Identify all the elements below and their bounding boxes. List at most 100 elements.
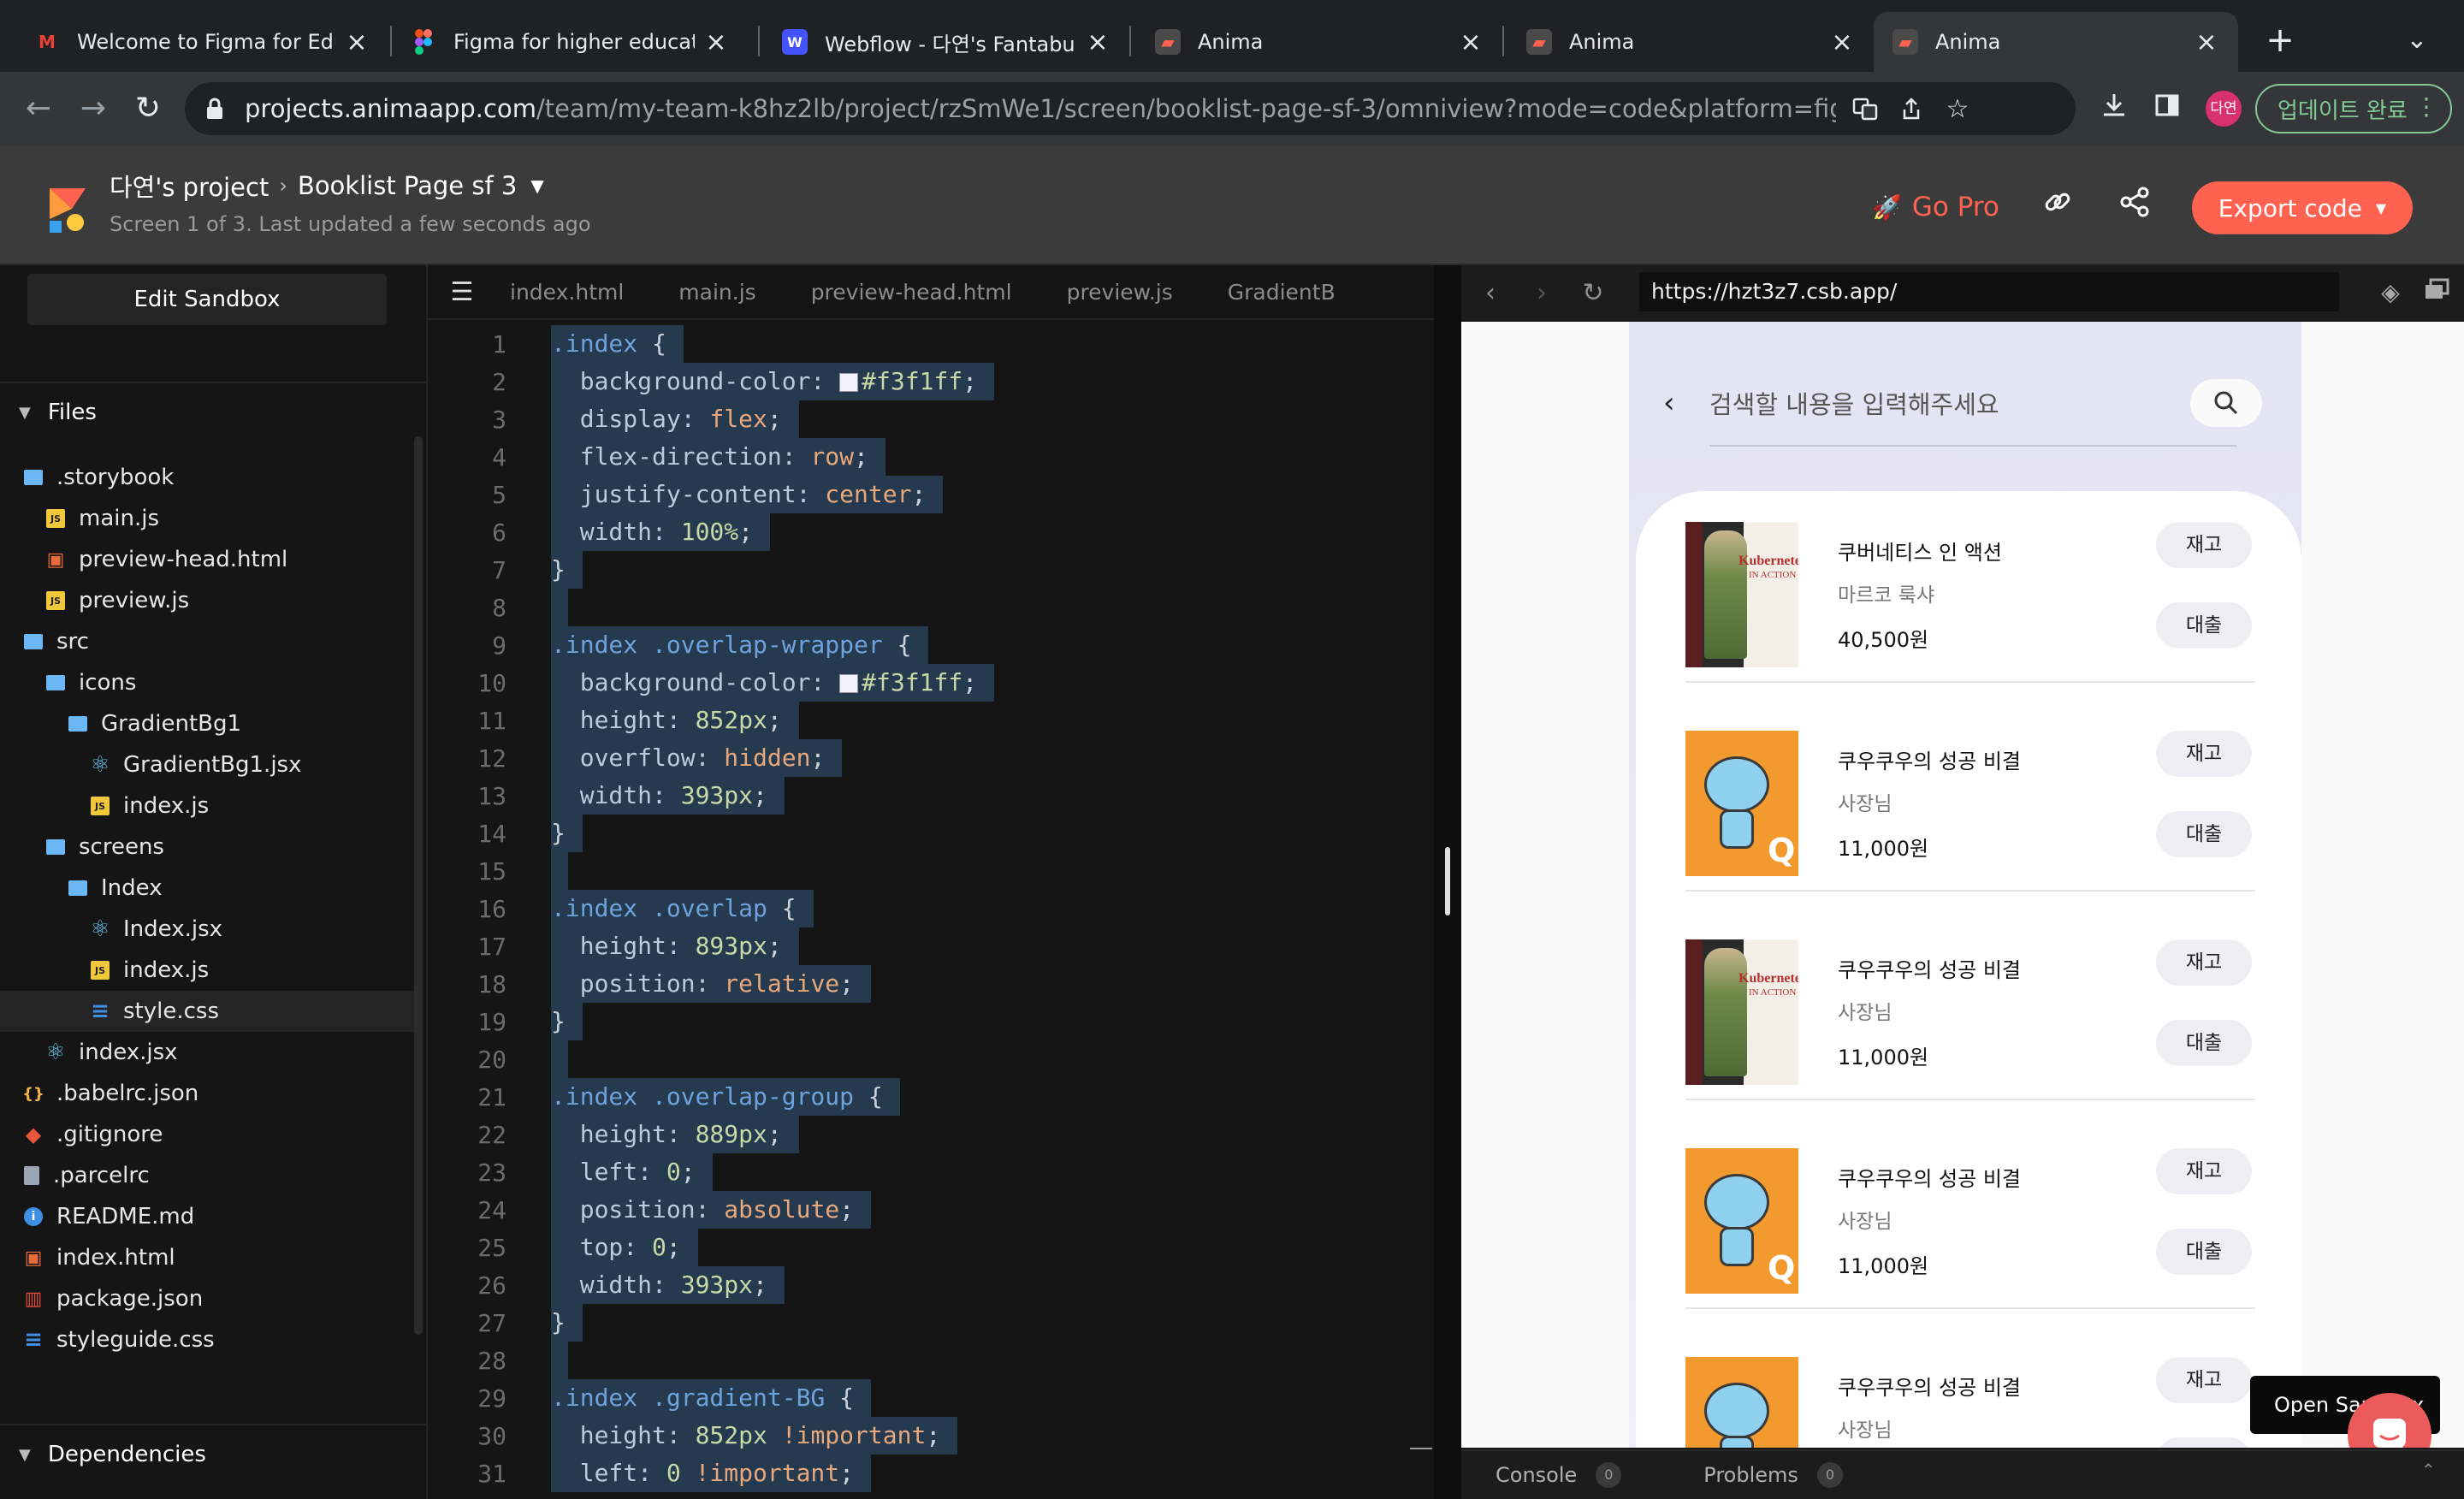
dependencies-section-header[interactable]: ▼ Dependencies: [0, 1424, 426, 1484]
file-item[interactable]: JS preview.js: [0, 580, 416, 621]
update-button[interactable]: 업데이트 완료 ⋮: [2255, 84, 2452, 133]
folder-item[interactable]: GradientBg1: [0, 703, 416, 744]
problems-tab[interactable]: Problems: [1703, 1463, 1798, 1487]
code-area[interactable]: 1 .index {2 background-color: #f3f1ff; 3 d…: [428, 325, 1434, 1499]
url-text[interactable]: projects.animaapp.com/team/my-team-k8hz2…: [245, 94, 1836, 123]
editor-scroll-indicator[interactable]: [1410, 1448, 1432, 1449]
code-line[interactable]: 20: [428, 1040, 1434, 1078]
code-line[interactable]: 31 left: 0 !important;: [428, 1455, 1434, 1492]
book-list-item[interactable]: Q쿠우쿠우의 성공 비결사장님11,000원재고대출: [1685, 1117, 2255, 1309]
side-panel-icon[interactable]: [2147, 89, 2187, 128]
code-line[interactable]: 4 flex-direction: row;: [428, 438, 1434, 476]
translate-icon[interactable]: [1848, 92, 1882, 126]
search-input[interactable]: 검색할 내용을 입력해주세요: [1709, 385, 2190, 421]
code-line[interactable]: 15: [428, 852, 1434, 890]
code-line[interactable]: 1 .index {: [428, 325, 1434, 363]
new-tab-button[interactable]: +: [2259, 19, 2301, 62]
code-line[interactable]: 3 display: flex;: [428, 400, 1434, 438]
share-icon[interactable]: [1894, 92, 1928, 126]
file-item[interactable]: ⚛ Index.jsx: [0, 909, 416, 950]
file-item[interactable]: ▣ index.html: [0, 1237, 416, 1278]
file-item[interactable]: .parcelrc: [0, 1155, 416, 1196]
export-code-button[interactable]: Export code ▼: [2192, 181, 2413, 234]
code-line[interactable]: 30 height: 852px !important;: [428, 1417, 1434, 1455]
file-item[interactable]: JS index.js: [0, 785, 416, 827]
stock-button[interactable]: 재고: [2156, 939, 2252, 986]
preview-url[interactable]: https://hzt3z7.csb.app/: [1639, 272, 2339, 311]
file-item[interactable]: ≡ style.css: [0, 991, 416, 1032]
tab-search-chevron-icon[interactable]: ⌄: [2396, 19, 2438, 62]
share-nodes-icon[interactable]: [2115, 187, 2154, 226]
code-line[interactable]: 9 .index .overlap-wrapper {: [428, 626, 1434, 664]
code-line[interactable]: 10 background-color: #f3f1ff;: [428, 664, 1434, 702]
anima-logo-icon[interactable]: [46, 180, 94, 236]
browser-tab[interactable]: W Webflow - 다연's Fantabulo ×: [763, 12, 1129, 72]
file-item[interactable]: ▣ preview-head.html: [0, 539, 416, 580]
file-item[interactable]: ⚛ GradientBg1.jsx: [0, 744, 416, 785]
close-tab-icon[interactable]: ×: [1829, 27, 1855, 57]
code-line[interactable]: 19}: [428, 1003, 1434, 1040]
forward-arrow-icon[interactable]: →: [72, 87, 115, 130]
close-tab-icon[interactable]: ×: [1085, 27, 1111, 57]
editor-tab[interactable]: index.html: [510, 280, 624, 305]
book-list-item[interactable]: KubernetesIN ACTION 쿠우쿠우의 성공 비결사장님 11,000원…: [1685, 909, 2255, 1100]
code-line[interactable]: 22 height: 889px;: [428, 1116, 1434, 1153]
code-line[interactable]: 2 background-color: #f3f1ff;: [428, 363, 1434, 400]
reload-icon[interactable]: ↻: [127, 87, 169, 130]
file-item[interactable]: ◆ .gitignore: [0, 1114, 416, 1155]
book-list-item[interactable]: Kubernetes IN ACTION 쿠버네티스 인 액션마르코 룩샤 40,50…: [1685, 491, 2255, 683]
resize-handle[interactable]: [1445, 847, 1450, 915]
chevron-up-icon[interactable]: ⌃: [2421, 1460, 2436, 1480]
download-icon[interactable]: [2094, 89, 2134, 128]
book-list-item[interactable]: Q쿠우쿠우의 성공 비결사장님11,000원재고대출: [1685, 700, 2255, 892]
code-line[interactable]: 23 left: 0;: [428, 1153, 1434, 1191]
link-icon[interactable]: [2038, 187, 2077, 226]
editor-tab[interactable]: preview-head.html: [811, 280, 1012, 305]
profile-avatar[interactable]: 다연: [2206, 91, 2242, 127]
address-bar[interactable]: projects.animaapp.com/team/my-team-k8hz2…: [185, 82, 2076, 135]
stock-button[interactable]: 재고: [2156, 522, 2252, 568]
editor-tab[interactable]: preview.js: [1067, 280, 1173, 305]
page-name[interactable]: Booklist Page sf 3: [298, 171, 517, 200]
folder-item[interactable]: .storybook: [0, 457, 416, 498]
stock-button[interactable]: 재고: [2156, 1357, 2252, 1403]
code-line[interactable]: 27}: [428, 1304, 1434, 1342]
code-line[interactable]: 14}: [428, 815, 1434, 852]
code-line[interactable]: 13 width: 393px;: [428, 777, 1434, 815]
browser-tab-active[interactable]: ▰ Anima ×: [1874, 12, 2238, 72]
console-tab[interactable]: Console: [1496, 1463, 1577, 1487]
back-chevron-icon[interactable]: ‹: [1663, 386, 1697, 420]
edit-sandbox-button[interactable]: Edit Sandbox: [27, 274, 387, 325]
folder-item[interactable]: Index: [0, 868, 416, 909]
preview-forward-icon[interactable]: ›: [1519, 278, 1564, 308]
code-line[interactable]: 8: [428, 589, 1434, 626]
folder-item[interactable]: src: [0, 621, 416, 662]
code-line[interactable]: 7}: [428, 551, 1434, 589]
editor-tab[interactable]: main.js: [678, 280, 755, 305]
folder-item[interactable]: icons: [0, 662, 416, 703]
file-item[interactable]: i README.md: [0, 1196, 416, 1237]
stock-button[interactable]: 재고: [2156, 731, 2252, 777]
book-list-item[interactable]: Q쿠우쿠우의 성공 비결사장님11,000원재고대출: [1685, 1326, 2255, 1448]
code-line[interactable]: 26 width: 393px;: [428, 1266, 1434, 1304]
close-tab-icon[interactable]: ×: [2194, 27, 2219, 57]
project-name[interactable]: 다연's project: [110, 168, 269, 204]
file-item[interactable]: ≡ styleguide.css: [0, 1319, 416, 1360]
back-arrow-icon[interactable]: ←: [17, 87, 60, 130]
code-line[interactable]: 25 top: 0;: [428, 1229, 1434, 1266]
pane-divider[interactable]: [1434, 265, 1461, 1499]
bookmark-star-icon[interactable]: ☆: [1940, 92, 1975, 126]
loan-button[interactable]: 대출: [2156, 1229, 2252, 1275]
code-line[interactable]: 16 .index .overlap {: [428, 890, 1434, 927]
go-pro-button[interactable]: 🚀 Go Pro: [1872, 192, 1999, 222]
caret-down-icon[interactable]: ▼: [530, 175, 543, 196]
codesandbox-icon[interactable]: ◈: [2375, 277, 2406, 308]
loan-button[interactable]: 대출: [2156, 602, 2252, 649]
browser-tab[interactable]: ▰ Anima ×: [1507, 12, 1874, 72]
code-line[interactable]: 29 .index .gradient-BG {: [428, 1379, 1434, 1417]
file-item[interactable]: JS main.js: [0, 498, 416, 539]
code-line[interactable]: 17 height: 893px;: [428, 927, 1434, 965]
browser-tab[interactable]: ▰ Anima ×: [1136, 12, 1502, 72]
code-line[interactable]: 12 overflow: hidden;: [428, 739, 1434, 777]
open-window-icon[interactable]: [2421, 277, 2452, 308]
